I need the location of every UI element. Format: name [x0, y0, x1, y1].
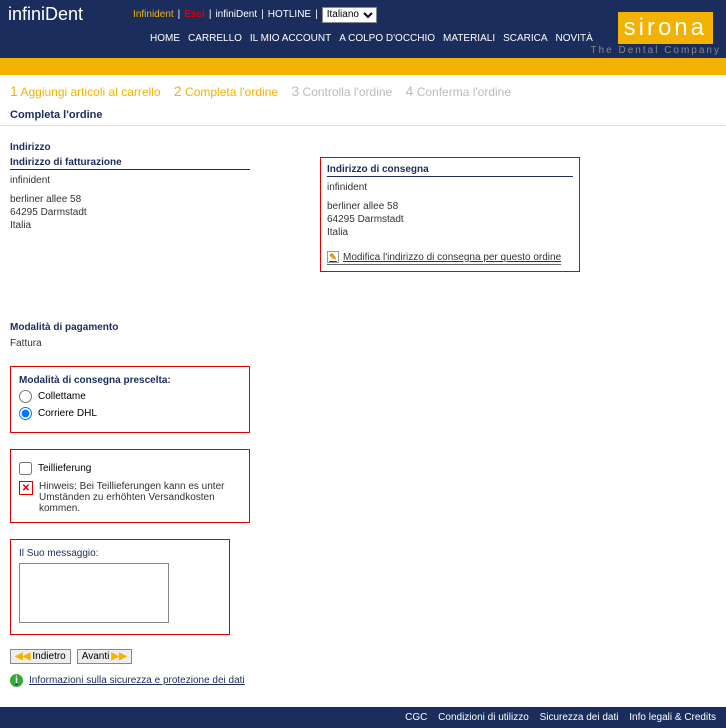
delivery-line3: Italia: [327, 226, 573, 239]
address-section-title: Indirizzo: [10, 142, 716, 153]
sirona-logo-sub: The Dental Company: [591, 45, 722, 56]
separator: |: [178, 9, 181, 20]
delivery-address-block: Indirizzo di consegna infinident berline…: [320, 157, 580, 272]
modify-delivery-label: Modifica l'indirizzo di consegna per que…: [343, 252, 561, 263]
nav-colpo[interactable]: A COLPO D'OCCHIO: [339, 33, 435, 44]
edit-icon: ✎: [327, 251, 339, 263]
billing-title: Indirizzo di fatturazione: [10, 157, 250, 170]
arrow-left-icon: ◀◀: [15, 651, 30, 662]
step1-label: Aggiungi articoli al carrello: [20, 85, 160, 99]
shipping-option-dhl[interactable]: Corriere DHL: [19, 407, 241, 420]
hotline-label: HOTLINE: [268, 9, 311, 20]
shipping-opt1-label: Collettame: [38, 391, 86, 402]
billing-name: infinident: [10, 174, 250, 187]
modify-delivery-link[interactable]: ✎ Modifica l'indirizzo di consegna per q…: [327, 251, 561, 265]
delivery-name: infinident: [327, 181, 573, 194]
step3-num: 3: [291, 83, 299, 99]
nav-home[interactable]: HOME: [150, 33, 180, 44]
nav-carrello[interactable]: CARRELLO: [188, 33, 242, 44]
checkbox-partial[interactable]: [19, 462, 32, 475]
radio-dhl[interactable]: [19, 407, 32, 420]
yellow-bar: [0, 58, 726, 75]
sirona-logo: sirona The Dental Company: [591, 12, 722, 56]
page-title: Completa l'ordine: [0, 107, 726, 126]
payment-title: Modalità di pagamento: [10, 322, 716, 333]
nav-buttons: ◀◀ Indietro Avanti ▶▶: [10, 649, 716, 664]
step4-num: 4: [406, 83, 414, 99]
footer: CGC Condizioni di utilizzo Sicurezza dei…: [0, 707, 726, 728]
shipping-title: Modalità di consegna prescelta:: [19, 375, 241, 386]
footer-cgc[interactable]: CGC: [405, 712, 427, 723]
content: Indirizzo Indirizzo di fatturazione infi…: [0, 126, 726, 707]
billing-line3: Italia: [10, 219, 250, 232]
radio-collettame[interactable]: [19, 390, 32, 403]
delivery-line2: 64295 Darmstadt: [327, 213, 573, 226]
header: infiniDent Infinident | Esci | infiniDen…: [0, 0, 726, 58]
link-infinident[interactable]: Infinident: [133, 9, 174, 20]
security-info-link[interactable]: i Informazioni sulla sicurezza e protezi…: [10, 674, 716, 687]
arrow-right-icon: ▶▶: [111, 651, 126, 662]
brand-logo: infiniDent: [8, 4, 83, 25]
shipping-opt2-label: Corriere DHL: [38, 408, 97, 419]
sirona-logo-text: sirona: [618, 12, 721, 44]
message-label: Il Suo messaggio:: [19, 548, 221, 559]
warning-x-icon: ✕: [19, 481, 33, 495]
step1-num: 1: [10, 83, 18, 99]
message-box: Il Suo messaggio:: [10, 539, 230, 635]
info-icon: i: [10, 674, 23, 687]
footer-cond[interactable]: Condizioni di utilizzo: [438, 712, 529, 723]
delivery-line1: berliner allee 58: [327, 200, 573, 213]
partial-delivery-check[interactable]: Teillieferung: [19, 462, 241, 475]
security-link-label: Informazioni sulla sicurezza e protezion…: [29, 675, 245, 686]
partial-delivery-box: Teillieferung ✕ Hinweis: Bei Teillieferu…: [10, 449, 250, 523]
billing-address-block: Indirizzo di fatturazione infinident ber…: [10, 157, 250, 272]
back-label: Indietro: [32, 651, 65, 662]
checkout-steps: 1 Aggiungi articoli al carrello 2 Comple…: [0, 75, 726, 107]
partial-label: Teillieferung: [38, 463, 91, 474]
step2-num: 2: [174, 83, 182, 99]
payment-value: Fattura: [10, 337, 716, 350]
separator: |: [261, 9, 264, 20]
step3-label: Controlla l'ordine: [303, 85, 393, 99]
footer-info[interactable]: Info legali & Credits: [629, 712, 716, 723]
link-infinident2[interactable]: infiniDent: [215, 9, 257, 20]
billing-line2: 64295 Darmstadt: [10, 206, 250, 219]
nav-materiali[interactable]: MATERIALI: [443, 33, 495, 44]
shipping-mode-box: Modalità di consegna prescelta: Colletta…: [10, 366, 250, 433]
partial-hint: Hinweis: Bei Teillieferungen kann es unt…: [39, 481, 241, 514]
top-links: Infinident | Esci | infiniDent | HOTLINE…: [133, 7, 377, 23]
language-select[interactable]: Italiano: [322, 7, 377, 23]
message-textarea[interactable]: [19, 563, 169, 623]
back-button[interactable]: ◀◀ Indietro: [10, 649, 71, 664]
step4-label: Conferma l'ordine: [417, 85, 511, 99]
next-button[interactable]: Avanti ▶▶: [77, 649, 132, 664]
shipping-option-collettame[interactable]: Collettame: [19, 390, 241, 403]
separator: |: [315, 9, 318, 20]
footer-sic[interactable]: Sicurezza dei dati: [540, 712, 619, 723]
nav-scarica[interactable]: SCARICA: [503, 33, 547, 44]
next-label: Avanti: [82, 651, 110, 662]
billing-line1: berliner allee 58: [10, 193, 250, 206]
nav-account[interactable]: IL MIO ACCOUNT: [250, 33, 331, 44]
separator: |: [209, 9, 212, 20]
delivery-title: Indirizzo di consegna: [327, 164, 573, 177]
step2-label: Completa l'ordine: [185, 85, 278, 99]
nav-novita[interactable]: NOVITÀ: [556, 33, 593, 44]
link-esci[interactable]: Esci: [184, 9, 205, 20]
